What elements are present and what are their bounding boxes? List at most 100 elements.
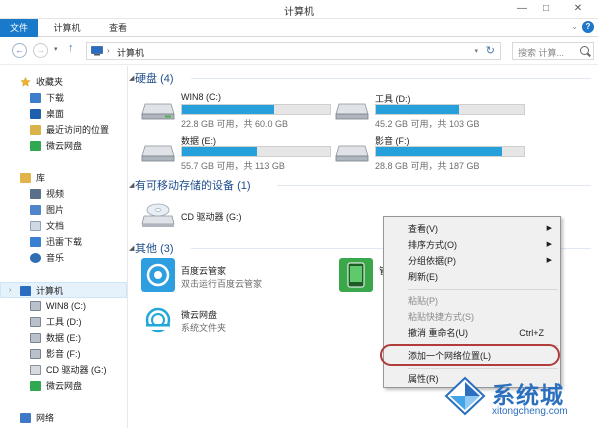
address-bar[interactable]: › 计算机 ▾ ↻ [86, 42, 501, 60]
menu-item-view[interactable]: 查看(V) ▶ [408, 221, 558, 237]
library-icon [20, 173, 31, 183]
breadcrumb[interactable]: 计算机 [117, 46, 144, 59]
search-input[interactable]: 搜索 计算... [512, 42, 594, 60]
up-button[interactable]: ↑ [68, 42, 74, 54]
menu-item-refresh[interactable]: 刷新(E) [408, 269, 558, 285]
sidebar-item-label: 下载 [46, 93, 65, 103]
sidebar-item-music[interactable]: 音乐 [0, 250, 127, 266]
menu-separator [408, 368, 558, 369]
close-button[interactable]: ✕ [558, 0, 598, 19]
sidebar-network-label: 网络 [36, 413, 55, 423]
sidebar-libraries[interactable]: 库 [0, 170, 127, 186]
context-menu: 查看(V) ▶ 排序方式(O) ▶ 分组依据(P) ▶ 刷新(E) 粘贴(P) … [380, 216, 561, 388]
group-collapse-icon[interactable]: ◢ [129, 181, 134, 189]
drive-c[interactable]: WIN8 (C:) 22.8 GB 可用，共 60.0 GB [141, 92, 331, 129]
group-divider [191, 78, 591, 79]
star-icon [20, 77, 31, 87]
sidebar-item-xunlei[interactable]: 迅雷下载 [0, 234, 127, 250]
group-other[interactable]: 其他 (3) [135, 240, 174, 256]
back-button[interactable]: ← [12, 43, 27, 58]
expand-ribbon-icon[interactable]: ⌄ [571, 22, 578, 31]
sidebar-item-drive-c[interactable]: WIN8 (C:) [0, 298, 127, 314]
drive-name: CD 驱动器 (G:) [181, 212, 242, 222]
sidebar-item-network[interactable]: 网络 [0, 410, 127, 426]
sidebar-favorites[interactable]: 收藏夹 [0, 74, 127, 90]
drive-f[interactable]: 影音 (F:) 28.8 GB 可用，共 187 GB [335, 134, 525, 171]
drive-usage-bar [181, 146, 331, 157]
sidebar-item-label: 视频 [46, 189, 65, 199]
sidebar-item-weiyun-computer[interactable]: 微云网盘 [0, 378, 127, 394]
forward-button[interactable]: → [33, 43, 48, 58]
maximize-button[interactable]: □ [534, 0, 558, 19]
sidebar-item-computer[interactable]: › 计算机 [0, 282, 127, 298]
group-count: (3) [160, 243, 174, 255]
collapse-icon[interactable]: › [9, 283, 11, 299]
menu-item-paste[interactable]: 粘贴(P) [408, 293, 558, 309]
drive-icon [30, 317, 41, 327]
menu-shortcut: Ctrl+Z [519, 328, 544, 338]
sidebar-item-cd-drive[interactable]: CD 驱动器 (G:) [0, 362, 127, 378]
sidebar-item-label: 最近访问的位置 [46, 125, 110, 135]
drive-e[interactable]: 数据 (E:) 55.7 GB 可用，共 113 GB [141, 134, 331, 171]
weiyun-icon [30, 381, 41, 391]
drive-name: WIN8 (C:) [181, 92, 221, 102]
app-weiyun[interactable]: 微云网盘 系统文件夹 [141, 302, 341, 338]
desktop-icon [30, 109, 41, 119]
sidebar-item-weiyun[interactable]: 微云网盘 [0, 138, 127, 154]
drive-icon [30, 301, 41, 311]
refresh-icon[interactable]: ↻ [486, 44, 495, 57]
menu-item-label: 属性(R) [408, 374, 439, 384]
sidebar-item-drive-f[interactable]: 影音 (F:) [0, 346, 127, 362]
group-removable[interactable]: 有可移动存储的设备 (1) [135, 177, 251, 193]
search-icon[interactable] [580, 46, 589, 55]
watermark: 系统城 xitongcheng.com [440, 374, 598, 428]
tab-computer[interactable]: 计算机 [52, 19, 82, 37]
sidebar-libraries-label: 库 [36, 173, 46, 183]
documents-icon [30, 221, 41, 231]
green-app-icon [339, 258, 373, 292]
cd-drive[interactable]: CD 驱动器 (G:) [141, 200, 331, 232]
group-title: 硬盘 [135, 73, 157, 85]
menu-item-sort-by[interactable]: 排序方式(O) ▶ [408, 237, 558, 253]
sidebar-item-label: WIN8 (C:) [46, 301, 86, 311]
sidebar-item-downloads[interactable]: 下载 [0, 90, 127, 106]
menu-item-undo-rename[interactable]: 撤消 重命名(U) Ctrl+Z [408, 325, 558, 341]
menu-item-label: 刷新(E) [408, 272, 438, 282]
help-icon[interactable]: ? [582, 21, 594, 33]
hard-drive-icon [335, 145, 369, 162]
sidebar-item-drive-d[interactable]: 工具 (D:) [0, 314, 127, 330]
drive-usage-bar [375, 104, 525, 115]
drive-usage-fill [182, 105, 274, 114]
recent-locations-icon[interactable]: ▾ [54, 45, 58, 53]
submenu-arrow-icon: ▶ [546, 241, 552, 248]
minimize-button[interactable]: — [510, 0, 534, 19]
tab-view[interactable]: 查看 [104, 19, 132, 37]
group-title: 有可移动存储的设备 [135, 180, 234, 192]
address-dropdown-icon[interactable]: ▾ [474, 47, 478, 55]
menu-item-group-by[interactable]: 分组依据(P) ▶ [408, 253, 558, 269]
menu-item-label: 查看(V) [408, 224, 438, 234]
group-collapse-icon[interactable]: ◢ [129, 74, 134, 82]
app-name: 微云网盘 [181, 310, 218, 320]
drive-d[interactable]: 工具 (D:) 45.2 GB 可用，共 103 GB [335, 92, 525, 129]
sidebar-item-drive-e[interactable]: 数据 (E:) [0, 330, 127, 346]
hard-drive-icon [141, 145, 175, 162]
drive-usage-fill [182, 147, 258, 156]
search-placeholder: 搜索 计算... [518, 48, 565, 58]
menu-item-paste-shortcut[interactable]: 粘贴快捷方式(S) [408, 309, 558, 325]
group-hard-disks[interactable]: 硬盘 (4) [135, 70, 174, 86]
sidebar-item-label: 图片 [46, 205, 65, 215]
hard-drive-icon [335, 103, 369, 120]
sidebar-item-documents[interactable]: 文档 [0, 218, 127, 234]
menu-item-label: 分组依据(P) [408, 256, 456, 266]
breadcrumb-separator[interactable]: › [107, 46, 110, 55]
window-controls: — □ ✕ [510, 0, 598, 19]
group-collapse-icon[interactable]: ◢ [129, 244, 134, 252]
drive-usage-fill [376, 147, 502, 156]
sidebar-item-videos[interactable]: 视频 [0, 186, 127, 202]
app-baidu-yun[interactable]: 百度云管家 双击运行百度云管家 [141, 258, 341, 294]
sidebar-item-recent[interactable]: 最近访问的位置 [0, 122, 127, 138]
sidebar-item-desktop[interactable]: 桌面 [0, 106, 127, 122]
tab-file[interactable]: 文件 [0, 19, 38, 37]
sidebar-item-pictures[interactable]: 图片 [0, 202, 127, 218]
